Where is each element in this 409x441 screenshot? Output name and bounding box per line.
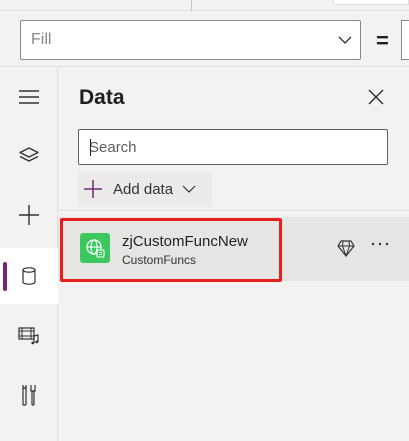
rail-item-tree-view[interactable] (0, 128, 58, 184)
add-data-label: Add data (113, 180, 174, 198)
layers-icon (19, 147, 39, 162)
active-indicator (3, 262, 7, 291)
tools-icon (22, 385, 36, 406)
formula-bar: Fill = (0, 11, 409, 67)
rail-item-media[interactable] (0, 308, 58, 364)
rail-item-menu[interactable] (0, 69, 58, 125)
property-dropdown-value: Fill (31, 31, 52, 48)
rail-item-insert[interactable] (0, 187, 58, 243)
close-icon[interactable] (364, 85, 388, 109)
panel-title: Data (79, 86, 125, 109)
search-input[interactable] (89, 130, 379, 164)
top-strip (0, 0, 409, 11)
hamburger-menu-icon (19, 90, 39, 104)
media-icon (18, 327, 39, 345)
database-icon (22, 267, 36, 285)
data-source-subtitle: CustomFuncs (122, 253, 197, 267)
search-field[interactable] (78, 129, 388, 165)
equals-sign: = (376, 28, 389, 53)
more-options-icon[interactable] (371, 241, 389, 247)
plus-icon (84, 180, 102, 198)
top-divider (191, 0, 192, 11)
add-data-button[interactable]: Add data (78, 171, 212, 207)
chevron-down-icon (182, 185, 196, 193)
data-source-name: zjCustomFuncNew (122, 233, 248, 250)
rail-item-advanced-tools[interactable] (0, 367, 58, 423)
data-source-item[interactable]: zjCustomFuncNew CustomFuncs (58, 217, 409, 282)
data-panel: Data Add data zjCustomFun (58, 67, 409, 441)
property-dropdown[interactable]: Fill (20, 20, 361, 60)
text-caret (90, 139, 91, 156)
premium-diamond-icon (337, 240, 355, 257)
formula-input[interactable] (401, 20, 409, 60)
plus-icon (19, 205, 39, 225)
left-rail (0, 67, 58, 441)
rail-item-data[interactable] (0, 248, 58, 304)
panel-divider (58, 210, 409, 211)
globe-connector-icon (80, 233, 110, 263)
top-tab-edge (333, 0, 409, 5)
chevron-down-icon (338, 36, 352, 44)
